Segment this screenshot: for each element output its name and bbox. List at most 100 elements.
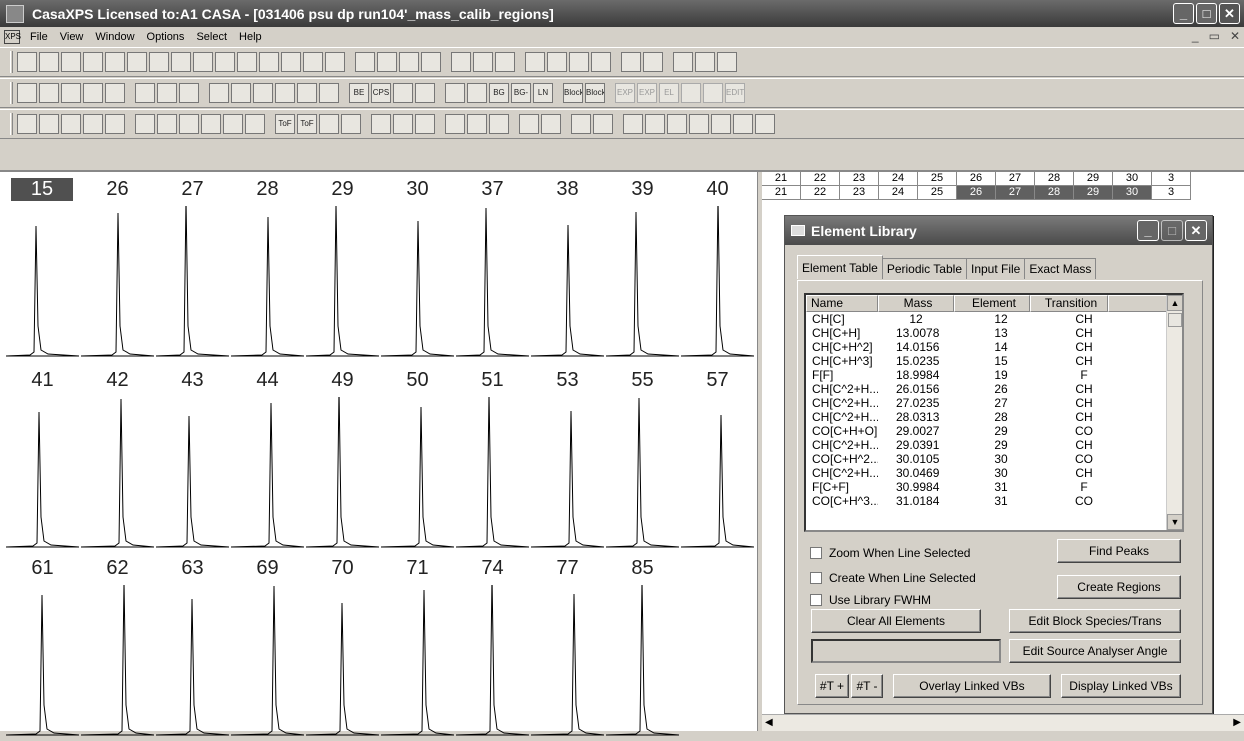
grid-cell[interactable]: 25 [918, 172, 957, 186]
processing-tool-icon[interactable]: Block Com [563, 83, 583, 103]
region-tool-icon[interactable] [711, 114, 731, 134]
window-layout-tool-icon[interactable] [17, 83, 37, 103]
quant-tool-icon[interactable] [541, 114, 561, 134]
c-tool-icon[interactable] [259, 52, 279, 72]
spectrum-cell[interactable]: 85 [606, 555, 679, 741]
list-item[interactable]: CH[C+H] 13.0078 13 CH [806, 326, 1182, 340]
list-item[interactable]: CO[C+H+O] 29.0027 29 CO [806, 424, 1182, 438]
spectrum-cell[interactable]: 39 [606, 176, 679, 362]
clear-all-elements-button[interactable]: Clear All Elements [811, 609, 981, 633]
zoom-when-selected-checkbox[interactable]: Zoom When Line Selected [810, 546, 970, 560]
win3-tool-icon[interactable] [451, 52, 471, 72]
spectrum-cell[interactable]: 41 [6, 367, 79, 553]
processing-tool-icon[interactable]: BG [489, 83, 509, 103]
create-when-selected-checkbox[interactable]: Create When Line Selected [810, 571, 976, 585]
checkbox-box[interactable] [810, 594, 822, 606]
document-icon[interactable]: XPS [4, 30, 21, 44]
grid-cell[interactable]: 29 [1074, 172, 1113, 186]
grid-cell[interactable]: 23 [840, 186, 879, 200]
tof-calib-tool-icon[interactable]: ToF calib [275, 114, 295, 134]
processing-tool-icon[interactable]: Block Info [585, 83, 605, 103]
display-tool-icon[interactable] [83, 114, 103, 134]
list-item[interactable]: CH[C^2+H... 27.0235 27 CH [806, 396, 1182, 410]
arrows-tool-icon[interactable] [473, 52, 493, 72]
spectrum-cell[interactable]: 43 [156, 367, 229, 553]
spectrum-cell[interactable]: 28 [231, 176, 304, 362]
region-tool-icon[interactable] [667, 114, 687, 134]
grid-cell[interactable]: 3 [1152, 172, 1191, 186]
spectrum-cell[interactable]: 69 [231, 555, 304, 741]
tool1-tool-icon[interactable] [547, 52, 567, 72]
dialog-maximize-button[interactable]: □ [1161, 220, 1183, 241]
quant-tool-icon[interactable] [467, 114, 487, 134]
d-tool-icon[interactable] [281, 52, 301, 72]
paste-tool-icon[interactable] [127, 52, 147, 72]
window-layout-tool-icon[interactable] [83, 83, 103, 103]
element-list-scrollbar[interactable]: ▲ ▼ [1166, 295, 1182, 530]
menu-file[interactable]: File [24, 31, 54, 43]
axis-tool-icon[interactable] [201, 114, 221, 134]
overlay-linked-vbs-button[interactable]: Overlay Linked VBs [893, 674, 1051, 698]
tab-element-table[interactable]: Element Table [797, 255, 883, 279]
t-plus-button[interactable]: #T + [815, 674, 849, 698]
processing-tool-icon[interactable]: EXP VBr [615, 83, 635, 103]
quant-tool-icon[interactable] [593, 114, 613, 134]
tab-input-file[interactable]: Input File [966, 258, 1026, 279]
list-item[interactable]: CO[C+H^3... 31.0184 31 CO [806, 494, 1182, 508]
menu-view[interactable]: View [54, 31, 90, 43]
lock-tool-icon[interactable] [621, 52, 641, 72]
region-tool-icon[interactable] [755, 114, 775, 134]
grid-cell[interactable]: 22 [801, 172, 840, 186]
a-tool-icon[interactable] [215, 52, 235, 72]
spectrum-cell[interactable]: 49 [306, 367, 379, 553]
spectrum-cell[interactable]: 40 [681, 176, 754, 362]
processing-tool-icon[interactable]: BG- SUB [511, 83, 531, 103]
tab-exact-mass[interactable]: Exact Mass [1024, 258, 1097, 279]
processing-tool-icon[interactable] [445, 83, 465, 103]
spectrum-cell[interactable]: 61 [6, 555, 79, 741]
grid-cell[interactable]: 21 [762, 186, 801, 200]
spectrum-cell[interactable]: 30 [381, 176, 454, 362]
processing-tool-icon[interactable]: BE KE [349, 83, 369, 103]
preview-tool-icon[interactable] [695, 52, 715, 72]
copy-tool-icon[interactable] [105, 52, 125, 72]
quant-tool-icon[interactable] [319, 114, 339, 134]
grid-cell[interactable]: 29 [1074, 186, 1113, 200]
spectrum-cell[interactable]: 50 [381, 367, 454, 553]
b-tool-icon[interactable] [237, 52, 257, 72]
quant-tool-icon[interactable] [393, 114, 413, 134]
maximize-button[interactable]: □ [1196, 3, 1217, 24]
processing-tool-icon[interactable] [681, 83, 701, 103]
list-item[interactable]: CO[C+H^2... 30.0105 30 CO [806, 452, 1182, 466]
grid-cell[interactable]: 21 [762, 172, 801, 186]
quant-tool-icon[interactable] [571, 114, 591, 134]
grid-cell[interactable]: 26 [957, 186, 996, 200]
grid-cell[interactable]: 28 [1035, 186, 1074, 200]
display-tool-icon[interactable] [105, 114, 125, 134]
menu-select[interactable]: Select [190, 31, 233, 43]
spectrum-cell[interactable]: 53 [531, 367, 604, 553]
spectrum-cell[interactable]: 27 [156, 176, 229, 362]
quant-tool-icon[interactable] [519, 114, 539, 134]
create-regions-button[interactable]: Create Regions [1057, 575, 1181, 599]
zoom-tool-icon[interactable] [231, 83, 251, 103]
tool2-tool-icon[interactable] [569, 52, 589, 72]
region-tool-icon[interactable] [689, 114, 709, 134]
toolbar-grip[interactable] [10, 82, 13, 104]
pen-tool-icon[interactable] [495, 52, 515, 72]
cursor-tool-icon[interactable] [157, 83, 177, 103]
grid-cell[interactable]: 26 [957, 172, 996, 186]
display-tool-icon[interactable] [61, 114, 81, 134]
zoom-tool-icon[interactable] [319, 83, 339, 103]
open2-tool-icon[interactable] [61, 52, 81, 72]
display-linked-vbs-button[interactable]: Display Linked VBs [1061, 674, 1181, 698]
quant-tool-icon[interactable] [415, 114, 435, 134]
grid-cell[interactable]: 3 [1152, 186, 1191, 200]
list-item[interactable]: CH[C^2+H... 28.0313 28 CH [806, 410, 1182, 424]
f-tool-icon[interactable] [325, 52, 345, 72]
list-item[interactable]: CH[C+H^2] 14.0156 14 CH [806, 340, 1182, 354]
grid-cell[interactable]: 24 [879, 186, 918, 200]
processing-tool-icon[interactable]: CPS C [371, 83, 391, 103]
t-minus-button[interactable]: #T - [851, 674, 883, 698]
spectrum-cell[interactable]: 51 [456, 367, 529, 553]
